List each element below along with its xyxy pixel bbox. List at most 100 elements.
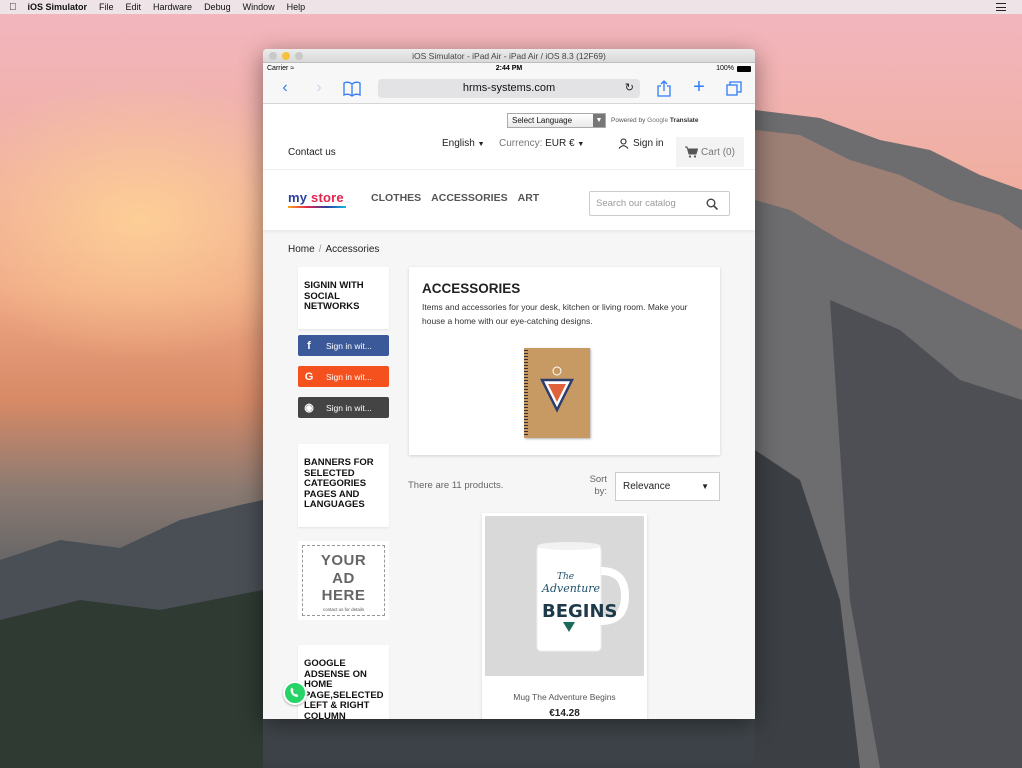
ad-text: YOUR AD HERE [303, 546, 384, 605]
google-translate-select[interactable]: Select Language ▼ [507, 113, 606, 128]
window-titlebar[interactable]: iOS Simulator - iPad Air - iPad Air / iO… [263, 49, 755, 63]
ad-text-line-2: AD [332, 569, 355, 587]
facebook-signin-button[interactable]: f Sign in wit... [298, 335, 389, 356]
status-time: 2:44 PM [495, 65, 523, 72]
sort-by-label: Sort by: [589, 474, 607, 497]
menu-art[interactable]: ART [518, 192, 540, 204]
simulator-window: iOS Simulator - iPad Air - iPad Air / iO… [263, 49, 755, 719]
breadcrumb-accessories[interactable]: Accessories [325, 244, 379, 255]
github-icon: ◉ [304, 402, 314, 414]
shopping-cart-icon [685, 146, 699, 158]
currency-value: EUR € [545, 138, 575, 149]
category-description: Items and accessories for your desk, kit… [422, 302, 688, 326]
caret-down-icon: ▼ [477, 141, 485, 148]
window-controls [269, 52, 303, 60]
menu-edit[interactable]: Edit [126, 2, 142, 12]
chevron-down-icon: ▼ [593, 114, 605, 127]
ad-banner[interactable]: YOUR AD HERE contact us for details [298, 541, 389, 620]
product-count: There are 11 products. [408, 480, 504, 491]
language-selector[interactable]: English ▼ [442, 138, 485, 149]
sign-in-label: Sign in [633, 138, 664, 149]
ad-placeholder: YOUR AD HERE contact us for details [302, 545, 385, 616]
search-placeholder: Search our catalog [596, 198, 676, 209]
google-icon: G [304, 370, 314, 383]
translate-select-label: Select Language [512, 116, 573, 125]
window-title: iOS Simulator - iPad Air - iPad Air / iO… [412, 51, 606, 61]
google-signin-label: Sign in wit... [326, 371, 372, 382]
tabs-overview-icon[interactable] [725, 81, 743, 100]
menu-window[interactable]: Window [243, 2, 275, 12]
url-bar[interactable]: hrms-systems.com ↻ [378, 79, 640, 98]
powered-by-google: Powered by Google Translate [611, 117, 698, 124]
bookmarks-icon[interactable] [343, 81, 361, 101]
cart-button[interactable]: Cart (0) [676, 137, 744, 167]
category-header: ACCESSORIES Items and accessories for yo… [409, 267, 720, 455]
banners-block: BANNERS FOR SELECTED CATEGORIES PAGES AN… [298, 444, 389, 527]
menu-help[interactable]: Help [287, 2, 306, 12]
share-icon[interactable] [655, 80, 673, 101]
product-name[interactable]: Mug The Adventure Begins [482, 692, 647, 702]
caret-down-icon: ▼ [701, 482, 709, 491]
google-signin-button[interactable]: G Sign in wit... [298, 366, 389, 387]
main-menu: CLOTHES ACCESSORIES ART [371, 192, 539, 204]
user-icon [618, 138, 629, 149]
back-icon[interactable]: ‹ [276, 80, 294, 96]
github-signin-button[interactable]: ◉ Sign in wit... [298, 397, 389, 418]
contact-us-link[interactable]: Contact us [288, 147, 336, 158]
menu-clothes[interactable]: CLOTHES [371, 192, 421, 204]
search-input[interactable]: Search our catalog [589, 191, 730, 216]
language-label: English [442, 138, 475, 149]
sort-select[interactable]: Relevance ▼ [615, 472, 720, 501]
menu-accessories[interactable]: ACCESSORIES [431, 192, 507, 204]
caret-down-icon: ▼ [577, 141, 585, 148]
cart-label: Cart (0) [701, 146, 735, 158]
product-card[interactable]: The Adventure BEGINS Mug The Adventure B… [482, 513, 647, 719]
social-login-block: SIGNIN WITH SOCIAL NETWORKS [298, 267, 389, 329]
banners-title: BANNERS FOR SELECTED CATEGORIES PAGES AN… [304, 457, 374, 510]
safari-toolbar: ‹ › hrms-systems.com ↻ + [263, 74, 755, 104]
site-header-top: Select Language ▼ Powered by Google Tran… [263, 105, 755, 170]
battery-status: 100% [716, 65, 751, 72]
facebook-icon: f [307, 339, 311, 352]
svg-text:BEGINS: BEGINS [542, 601, 618, 622]
apple-icon[interactable]:  [9, 2, 17, 13]
mac-menu-bar:  iOS Simulator File Edit Hardware Debug… [0, 0, 1022, 14]
facebook-signin-label: Sign in wit... [326, 340, 372, 351]
new-tab-plus-icon[interactable]: + [690, 77, 708, 97]
adsense-block: GOOGLE ADSENSE ON HOME PAGE,SELECTED LEF… [298, 645, 389, 719]
zoom-window-button[interactable] [295, 52, 303, 60]
breadcrumb: Home / Accessories [288, 244, 380, 255]
minimize-window-button[interactable] [282, 52, 290, 60]
notification-center-icon[interactable] [996, 3, 1006, 11]
logo-text-my: my [288, 190, 308, 205]
logo-text-store: store [311, 190, 344, 205]
logo-underline [288, 206, 346, 208]
close-window-button[interactable] [269, 52, 277, 60]
menu-debug[interactable]: Debug [204, 2, 231, 12]
search-icon[interactable] [706, 198, 718, 210]
menu-app-name[interactable]: iOS Simulator [28, 2, 88, 12]
sort-value: Relevance [623, 481, 671, 492]
menu-file[interactable]: File [99, 2, 114, 12]
product-image[interactable]: The Adventure BEGINS [485, 516, 644, 676]
svg-text:Adventure: Adventure [541, 582, 601, 595]
adsense-title: GOOGLE ADSENSE ON HOME PAGE,SELECTED LEF… [304, 658, 384, 719]
store-logo[interactable]: my store [288, 190, 344, 205]
sign-in-link[interactable]: Sign in [618, 138, 664, 149]
currency-selector[interactable]: Currency: EUR € ▼ [499, 138, 584, 149]
battery-icon [737, 65, 751, 72]
forward-icon[interactable]: › [310, 80, 328, 96]
product-price: €14.28 [549, 708, 580, 719]
url-text: hrms-systems.com [462, 82, 556, 94]
web-page: Select Language ▼ Powered by Google Tran… [263, 105, 755, 719]
currency-label: Currency: [499, 138, 543, 149]
google-logo: Google [647, 117, 669, 124]
social-login-title: SIGNIN WITH SOCIAL NETWORKS [304, 280, 364, 312]
breadcrumb-home[interactable]: Home [288, 244, 315, 255]
ad-subtext: contact us for details [322, 606, 365, 612]
reload-icon[interactable]: ↻ [625, 79, 634, 98]
github-signin-label: Sign in wit... [326, 402, 372, 413]
translate-link[interactable]: Translate [670, 117, 699, 124]
menu-hardware[interactable]: Hardware [153, 2, 192, 12]
whatsapp-icon[interactable] [283, 681, 307, 705]
